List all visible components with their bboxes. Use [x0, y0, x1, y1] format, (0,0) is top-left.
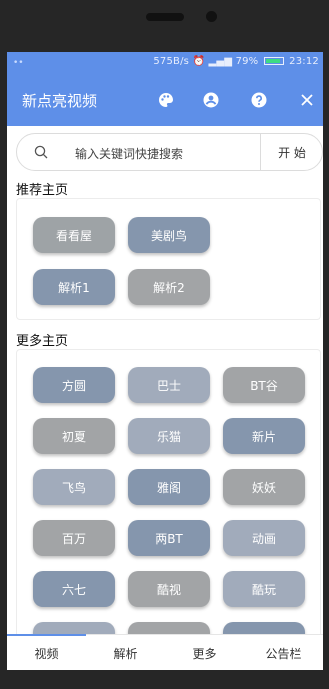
search-icon	[34, 144, 48, 163]
recommended-section-title: 推荐主页	[16, 183, 69, 198]
more-site-chip[interactable]: BT谷	[223, 367, 305, 403]
help-icon[interactable]	[248, 89, 270, 111]
network-speed: 575B/s	[153, 56, 190, 67]
app-screen: •• 575B/s ⏰ ▂▄▆ 79% 23:12 新点亮视频 输入关键词快捷搜…	[7, 52, 323, 670]
palette-icon[interactable]	[155, 89, 177, 111]
more-section-title: 更多主页	[16, 334, 69, 349]
tab-parse[interactable]: 解析	[86, 635, 165, 670]
status-bar: •• 575B/s ⏰ ▂▄▆ 79% 23:12	[7, 52, 323, 74]
more-site-chip[interactable]: 新片	[223, 418, 305, 454]
more-card: 方圆 巴士 BT谷初夏 乐猫 新片飞鸟 雅阁 妖妖百万 两BT 动画六七 酷视 酷玩	[16, 349, 321, 639]
alarm-icon: ⏰ ▂▄▆	[192, 56, 236, 67]
close-icon[interactable]	[296, 89, 318, 111]
recommended-site-chip[interactable]: 看看屋	[33, 217, 115, 253]
more-site-chip[interactable]: 飞鸟	[33, 469, 115, 505]
phone-bezel-top	[0, 0, 329, 52]
clock: 23:12	[289, 56, 319, 67]
status-indicators: 575B/s ⏰ ▂▄▆ 79% 23:12	[153, 56, 319, 67]
search-input[interactable]: 输入关键词快捷搜索	[75, 145, 183, 162]
recommended-card: 看看屋 美剧鸟 解析1 解析2	[16, 198, 321, 320]
phone-bezel-bottom	[0, 670, 329, 689]
tab-video[interactable]: 视频	[7, 635, 86, 670]
more-site-chip[interactable]: 乐猫	[128, 418, 210, 454]
more-site-chip[interactable]: 百万	[33, 520, 115, 556]
more-site-chip[interactable]: 六七	[33, 571, 115, 607]
phone-speaker	[146, 13, 184, 21]
account-icon[interactable]	[200, 89, 222, 111]
more-site-chip[interactable]: 酷玩	[223, 571, 305, 607]
app-bar: 新点亮视频	[7, 74, 323, 126]
search-start-button[interactable]: 开 始	[261, 134, 323, 170]
notification-dot-icon: ••	[13, 58, 24, 68]
tab-announcements[interactable]: 公告栏	[244, 635, 323, 670]
recommended-site-chip[interactable]: 美剧鸟	[128, 217, 210, 253]
tab-more[interactable]: 更多	[165, 635, 244, 670]
bottom-tab-bar: 视频 解析 更多 公告栏	[7, 634, 323, 670]
app-title: 新点亮视频	[22, 92, 98, 110]
more-site-chip[interactable]: 雅阁	[128, 469, 210, 505]
more-site-chip[interactable]: 两BT	[128, 520, 210, 556]
search-bar: 输入关键词快捷搜索 开 始	[16, 133, 323, 171]
more-site-chip[interactable]: 妖妖	[223, 469, 305, 505]
more-site-chip[interactable]: 巴士	[128, 367, 210, 403]
phone-camera	[206, 11, 217, 22]
battery-icon	[263, 57, 284, 65]
more-site-chip[interactable]: 动画	[223, 520, 305, 556]
battery-percent: 79%	[235, 56, 259, 67]
recommended-site-chip[interactable]: 解析2	[128, 269, 210, 305]
more-site-chip[interactable]: 方圆	[33, 367, 115, 403]
recommended-site-chip[interactable]: 解析1	[33, 269, 115, 305]
more-site-chip[interactable]: 酷视	[128, 571, 210, 607]
more-site-chip[interactable]: 初夏	[33, 418, 115, 454]
